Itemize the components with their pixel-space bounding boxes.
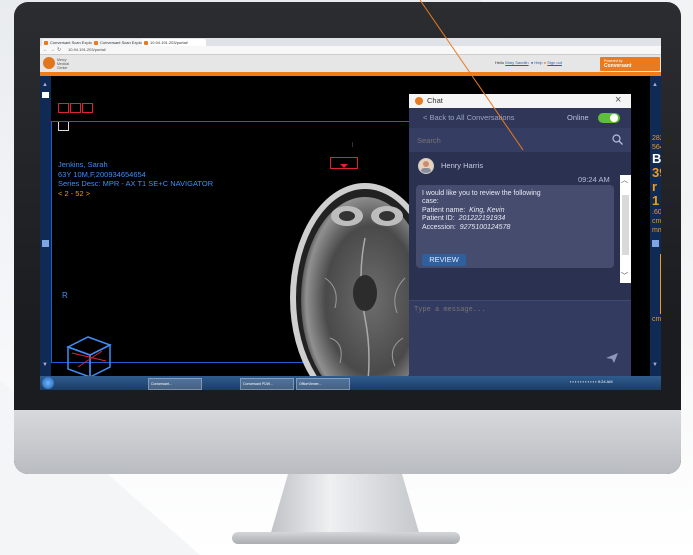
monitor-foot (232, 532, 460, 544)
toggle-knob (610, 114, 618, 122)
accession-row: Accession: 9275100124578 (422, 223, 511, 231)
chat-header: Chat × (409, 94, 631, 108)
online-toggle[interactable] (598, 113, 620, 123)
taskbar-button[interactable]: Conversant PDW... (240, 378, 294, 390)
scroll-marker-icon[interactable] (42, 240, 49, 247)
ruler-unit: cm (652, 316, 661, 323)
browser-tab[interactable]: Conversant Scan Explorer (92, 39, 148, 46)
viewer-toolbar (58, 100, 102, 131)
chat-scrollbar[interactable]: ︿ ﹀ (620, 175, 631, 283)
chat-title: Chat (427, 96, 443, 105)
reload-icon[interactable]: ↻ (57, 47, 61, 53)
clock[interactable]: 9:24 AM (598, 379, 613, 384)
screen: Conversant Scan Explorer Conversant Scan… (40, 38, 661, 390)
signout-link[interactable]: Sign out (547, 60, 562, 65)
hospital-name: Mercy Medical Center (57, 58, 70, 70)
message-input[interactable] (414, 305, 604, 315)
collapse-icon[interactable] (42, 92, 49, 98)
mri-brain-image[interactable] (285, 168, 420, 390)
user-area: Hello Mary Sandlin ● Help ● Sign out (495, 60, 562, 65)
series-description: Series Desc: MPR - AX T1 SE+C NAVIGATOR (58, 179, 214, 188)
scrollbar-thumb[interactable] (622, 195, 629, 255)
left-thumbnail-strip[interactable]: ▲ ▼ (40, 76, 51, 376)
message-line: I would like you to review the following (422, 190, 541, 197)
online-label: Online (567, 113, 589, 122)
overlay-value: mm (652, 227, 661, 234)
chat-search-bar (409, 128, 631, 152)
welcome-label: Hello (495, 60, 505, 65)
down-arrow-icon[interactable]: ▼ (652, 362, 658, 368)
start-button[interactable] (42, 377, 54, 389)
down-arrow-icon[interactable]: ▼ (42, 362, 48, 368)
brand-name: Conversant (604, 63, 632, 69)
close-icon[interactable]: × (615, 94, 621, 106)
back-arrow-icon[interactable]: ← (43, 47, 48, 53)
scale-ruler (652, 254, 661, 314)
chat-panel: Chat × < Back to All Conversations Onlin… (409, 94, 631, 381)
tray-icons[interactable]: ▪ ▪ ▪ ▪ ▪ ▪ ▪ ▪ ▪ ▪ ▪ (570, 379, 597, 384)
browser-tab-bar: Conversant Scan Explorer Conversant Scan… (40, 38, 661, 46)
system-tray: ▪ ▪ ▪ ▪ ▪ ▪ ▪ ▪ ▪ ▪ ▪ 9:24 AM (570, 379, 613, 384)
tab-favicon-icon (94, 41, 98, 45)
taskbar: Conversant... Conversant PDW... OfficeVi… (40, 376, 661, 390)
chat-logo-icon (415, 97, 423, 105)
right-overlay-values: 282 564 B 39 r 1 .60 cm mm (652, 134, 661, 235)
search-input[interactable] (417, 135, 597, 145)
hospital-logo-icon (43, 57, 55, 69)
user-icon: ● (543, 60, 547, 65)
overlay-value: cm (652, 218, 661, 225)
taskbar-button[interactable]: OfficeViewer... (296, 378, 350, 390)
patient-id-row: Patient ID: 201222191934 (422, 215, 506, 223)
tool-icon[interactable] (82, 103, 93, 113)
taskbar-button[interactable]: Conversant... (148, 378, 202, 390)
send-icon[interactable] (606, 353, 618, 363)
compose-area (409, 300, 631, 381)
layout-icon[interactable] (58, 103, 69, 113)
orientation-cube-icon[interactable] (60, 331, 116, 379)
chevron-up-icon[interactable]: ︿ (621, 175, 628, 185)
patient-name: Jenkins, Sarah (58, 160, 108, 169)
overlay-value: r 1 (652, 179, 660, 208)
slice-range[interactable]: < 2 - 52 > (58, 189, 213, 199)
chat-subheader: < Back to All Conversations Online (409, 108, 631, 128)
message-line: case: (422, 198, 439, 206)
app-header: Mercy Medical Center Hello Mary Sandlin … (40, 55, 661, 72)
browser-tab-active[interactable]: 10.94.191.203/portal/ (142, 39, 206, 46)
tool-icon[interactable] (70, 103, 81, 113)
help-icon[interactable]: ● (531, 60, 533, 65)
orientation-label: R (62, 291, 68, 300)
patient-overlay: Jenkins, Sarah 63Y 10M,F,200934654654 Se… (58, 160, 213, 198)
help-link[interactable]: Help (534, 60, 542, 65)
message-text: I would like you to review the following… (422, 190, 610, 232)
user-name-link[interactable]: Mary Sandlin (505, 60, 528, 65)
patient-meta: 63Y 10M,F,200934654654 (58, 169, 146, 179)
message-time: 09:24 AM (578, 175, 610, 184)
patient-name-row: Patient name: King, Kevin (422, 206, 505, 214)
tab-favicon-icon (44, 41, 48, 45)
overlay-value: B (652, 151, 661, 166)
overlay-value: .60 (652, 209, 661, 216)
scroll-marker-icon[interactable] (652, 240, 659, 247)
message-bubble: I would like you to review the following… (416, 185, 614, 268)
monitor-stand (270, 474, 420, 536)
search-icon[interactable] (612, 134, 623, 145)
up-arrow-icon[interactable]: ▲ (652, 82, 658, 88)
chevron-down-icon[interactable]: ﹀ (621, 271, 628, 281)
url-text: 10.94.191.203/portal/ (68, 47, 106, 52)
address-bar[interactable]: ← → ↻ 10.94.191.203/portal/ (40, 46, 661, 55)
monitor-chin (14, 410, 681, 474)
overlay-value: 282 (652, 135, 661, 142)
tab-favicon-icon (144, 41, 148, 45)
back-to-conversations-link[interactable]: < Back to All Conversations (423, 113, 515, 122)
forward-arrow-icon[interactable]: → (50, 47, 55, 53)
avatar (418, 158, 434, 174)
person-icon (421, 161, 431, 173)
sender-name: Henry Harris (441, 161, 484, 170)
review-button[interactable]: REVIEW (422, 254, 466, 266)
browser-tab[interactable]: Conversant Scan Explorer (42, 39, 98, 46)
up-arrow-icon[interactable]: ▲ (42, 82, 48, 88)
overlay-value: 39 (652, 165, 661, 180)
brand-badge: Powered by Conversant (600, 57, 660, 71)
